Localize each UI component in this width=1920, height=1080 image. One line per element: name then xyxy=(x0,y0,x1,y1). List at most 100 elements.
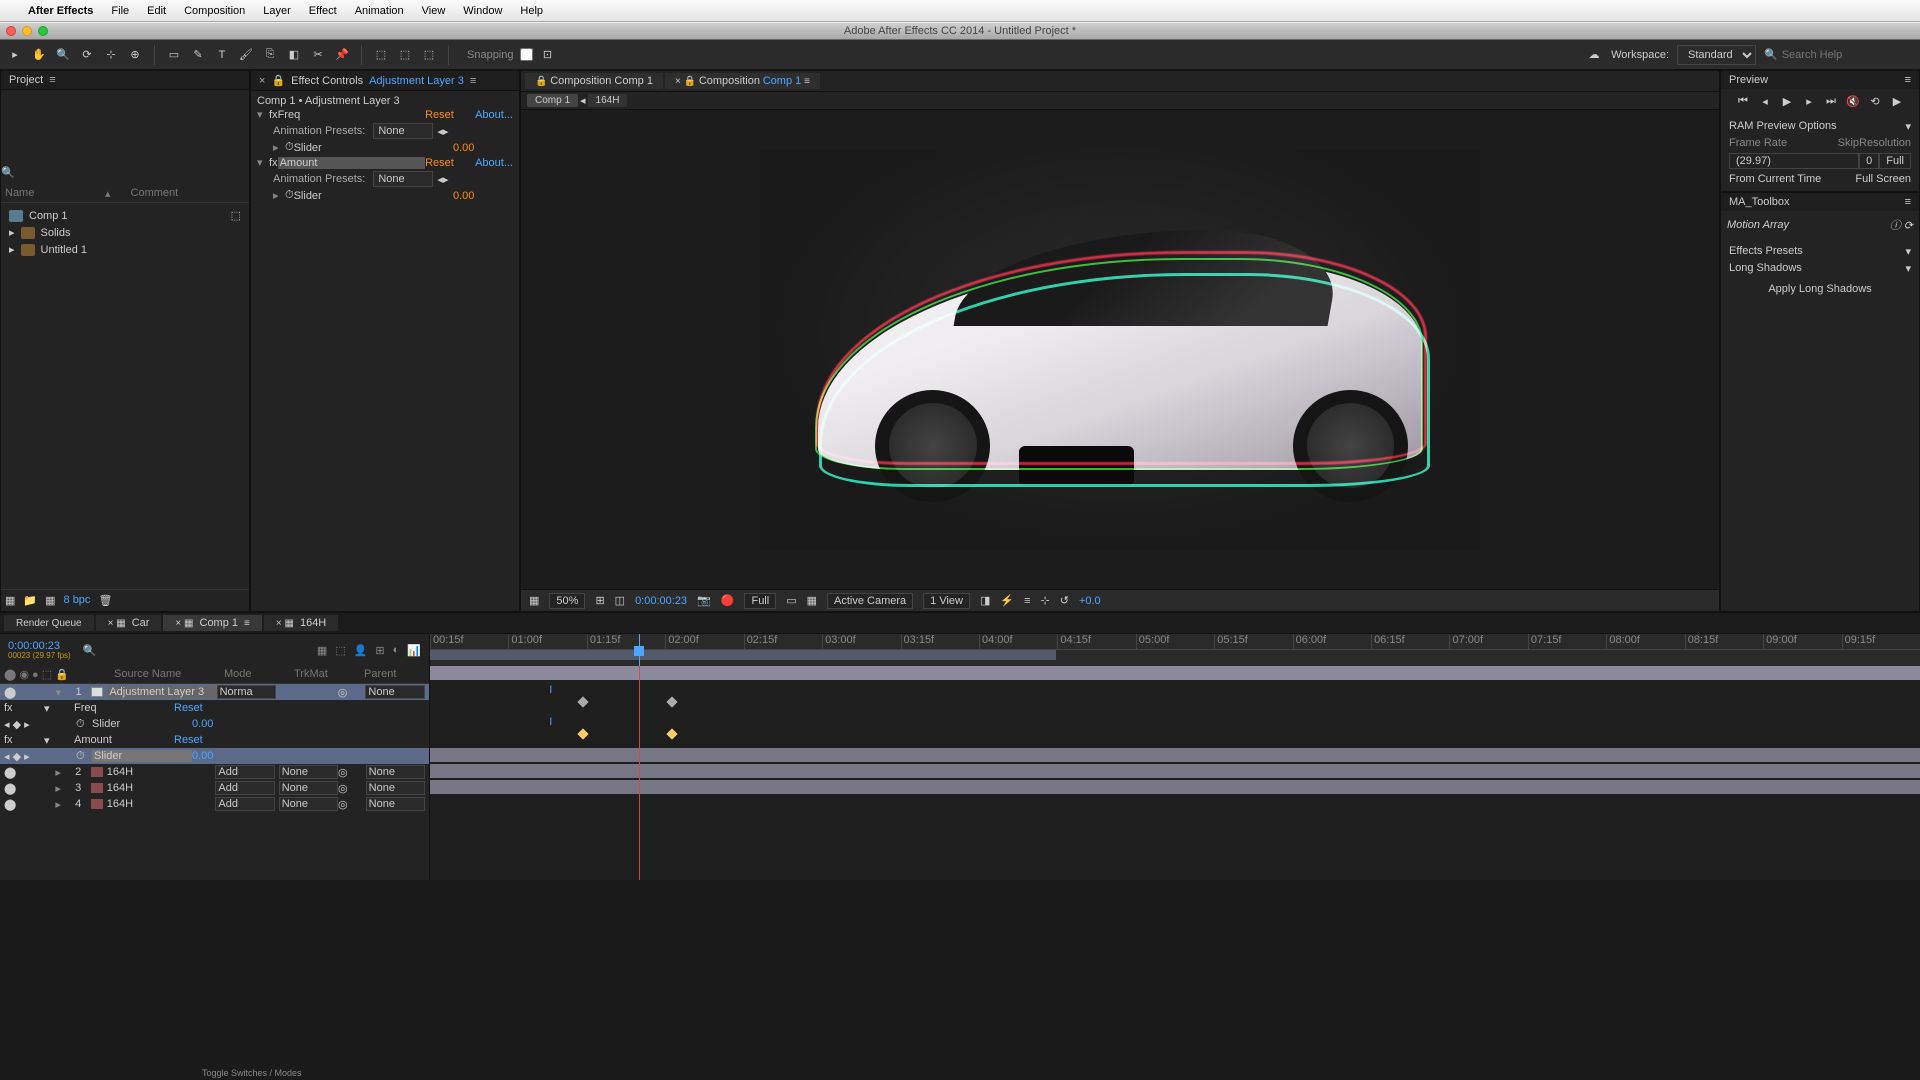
comp-subtab-2[interactable]: 164H xyxy=(588,94,628,107)
parent-pick-icon[interactable]: ◎ xyxy=(338,686,348,699)
chevron-down-icon[interactable]: ▾ xyxy=(1905,262,1911,275)
menu-window[interactable]: Window xyxy=(463,5,502,17)
lock-icon[interactable]: 🔒 xyxy=(271,74,285,87)
fx-icon[interactable]: fx xyxy=(269,157,278,169)
snap-edge-icon[interactable]: ⊡ xyxy=(539,46,557,64)
layer-row[interactable]: ⬤▸3 164H Add None ◎ None xyxy=(0,780,429,796)
twirl-icon[interactable]: ▾ xyxy=(257,108,269,121)
project-item-folder[interactable]: ▸Untitled 1 xyxy=(5,241,245,258)
exposure-reset-icon[interactable]: ↺ xyxy=(1060,594,1069,607)
sync-icon[interactable]: ☁ xyxy=(1585,46,1603,64)
mute-icon[interactable]: 🔇 xyxy=(1845,95,1861,108)
channel-icon[interactable]: 🔴 xyxy=(721,594,735,607)
parent-pick-icon[interactable]: ◎ xyxy=(338,798,348,811)
chevron-left-icon[interactable]: ◂ xyxy=(580,94,586,107)
project-item-folder[interactable]: ▸Solids xyxy=(5,224,245,241)
twirl-icon[interactable]: ▾ xyxy=(257,156,269,169)
effect-name-selected[interactable]: Amount xyxy=(278,157,426,169)
roi-icon[interactable]: ▭ xyxy=(786,594,796,607)
tab-comp1[interactable]: × ▦ Comp 1 ≡ xyxy=(163,615,261,631)
long-shadows-section[interactable]: Long Shadows xyxy=(1729,262,1905,275)
trkmat-dropdown[interactable]: None xyxy=(279,797,338,811)
axis-world-icon[interactable]: ⬚ xyxy=(396,46,414,64)
selection-tool-icon[interactable]: ▸ xyxy=(6,46,24,64)
rotate-tool-icon[interactable]: ⟳ xyxy=(78,46,96,64)
tab-car[interactable]: × ▦ Car xyxy=(96,615,162,631)
keyframe-icon[interactable] xyxy=(577,696,588,707)
zoom-tool-icon[interactable]: 🔍 xyxy=(54,46,72,64)
close-icon[interactable] xyxy=(6,26,16,36)
stamp-tool-icon[interactable]: ⎘ xyxy=(261,46,279,64)
work-area-bar[interactable] xyxy=(430,650,1056,660)
twirl-icon[interactable]: ▸ xyxy=(273,189,285,202)
timeline-track-area[interactable]: I I xyxy=(430,666,1920,880)
workspace-select[interactable]: Standard xyxy=(1677,45,1756,65)
project-search[interactable]: 🔍 xyxy=(1,166,249,179)
comp-tab-1[interactable]: 🔒 Composition Comp 1 xyxy=(525,73,663,89)
parent-dropdown[interactable]: None xyxy=(366,781,425,795)
about-link[interactable]: About... xyxy=(475,157,513,169)
effects-presets-section[interactable]: Effects Presets xyxy=(1729,245,1905,258)
timeline-timecode[interactable]: 0:00:00:23 00023 (29.97 fps) xyxy=(8,641,71,660)
panel-menu-icon[interactable]: ≡ xyxy=(1905,74,1911,86)
mac-menubar[interactable]: After Effects File Edit Composition Laye… xyxy=(0,0,1920,22)
axis-view-icon[interactable]: ⬚ xyxy=(420,46,438,64)
project-item-comp[interactable]: Comp 1⬚ xyxy=(5,207,245,224)
layer-bar[interactable] xyxy=(430,764,1920,778)
parent-dropdown[interactable]: None xyxy=(366,797,425,811)
panel-menu-icon[interactable]: ≡ xyxy=(49,74,55,86)
minimize-icon[interactable] xyxy=(22,26,32,36)
next-preset-icon[interactable]: ▸ xyxy=(443,173,449,186)
timeline-icon[interactable]: ≡ xyxy=(1024,595,1030,607)
eraser-tool-icon[interactable]: ◧ xyxy=(285,46,303,64)
reset-link[interactable]: Reset xyxy=(425,109,475,121)
effect-controls-tab[interactable]: Effect Controls xyxy=(291,75,363,87)
preview-tab[interactable]: Preview xyxy=(1729,74,1768,86)
app-name[interactable]: After Effects xyxy=(28,5,93,17)
skip-dropdown[interactable]: 0 xyxy=(1859,153,1879,169)
layer-bar[interactable] xyxy=(430,780,1920,794)
rect-tool-icon[interactable]: ▭ xyxy=(165,46,183,64)
parent-pick-icon[interactable]: ◎ xyxy=(338,766,348,779)
parent-dropdown[interactable]: None xyxy=(365,685,425,699)
chevron-down-icon[interactable]: ▾ xyxy=(1905,245,1911,258)
parent-dropdown[interactable]: None xyxy=(366,765,425,779)
res-dropdown[interactable]: Full xyxy=(1879,153,1911,169)
slider-value[interactable]: 0.00 xyxy=(453,142,513,154)
col-name[interactable]: Name xyxy=(5,187,105,200)
trash-icon[interactable]: 🗑 xyxy=(98,594,112,607)
layer-bar[interactable] xyxy=(430,748,1920,762)
hand-tool-icon[interactable]: ✋ xyxy=(30,46,48,64)
motion-blur-icon[interactable]: ◐ xyxy=(393,644,400,657)
tab-render-queue[interactable]: Render Queue xyxy=(4,615,94,631)
alpha-icon[interactable]: ▦ xyxy=(529,594,539,607)
pixel-aspect-icon[interactable]: ◨ xyxy=(980,594,990,607)
expression-cursor-icon[interactable]: I xyxy=(549,716,552,728)
keyframe-icon[interactable] xyxy=(667,728,678,739)
new-folder-icon[interactable]: 📁 xyxy=(23,594,37,607)
slider-value[interactable]: 0.00 xyxy=(453,190,513,202)
trkmat-dropdown[interactable]: None xyxy=(279,765,338,779)
exposure-value[interactable]: +0.0 xyxy=(1079,595,1101,607)
snapshot-icon[interactable]: 📷 xyxy=(697,594,711,607)
zoom-dropdown[interactable]: 50% xyxy=(549,593,585,609)
fast-preview-icon[interactable]: ⚡ xyxy=(1000,594,1014,607)
grid-icon[interactable]: ⊞ xyxy=(595,594,604,607)
layer-color-icon[interactable] xyxy=(91,767,103,777)
ram-preview-icon[interactable]: ▶ xyxy=(1889,95,1905,108)
resolution-dropdown[interactable]: Full xyxy=(744,593,776,609)
ma-toolbox-tab[interactable]: MA_Toolbox xyxy=(1729,196,1790,208)
anchor-tool-icon[interactable]: ⊕ xyxy=(126,46,144,64)
toggle-switches-modes[interactable]: Toggle Switches / Modes xyxy=(200,1066,304,1080)
search-icon[interactable]: 🔍 xyxy=(83,644,97,657)
draft3d-icon[interactable]: ⬚ xyxy=(335,644,345,657)
menu-animation[interactable]: Animation xyxy=(355,5,404,17)
brush-tool-icon[interactable]: 🖌 xyxy=(237,46,255,64)
layer-row[interactable]: ⬤▸2 164H Add None ◎ None xyxy=(0,764,429,780)
views-dropdown[interactable]: 1 View xyxy=(923,593,970,609)
layer-bar[interactable] xyxy=(430,666,1920,680)
viewer-canvas[interactable] xyxy=(521,110,1719,589)
camera-tool-icon[interactable]: ⊹ xyxy=(102,46,120,64)
puppet-tool-icon[interactable]: 📌 xyxy=(333,46,351,64)
panel-menu-icon[interactable]: ≡ xyxy=(470,75,476,87)
